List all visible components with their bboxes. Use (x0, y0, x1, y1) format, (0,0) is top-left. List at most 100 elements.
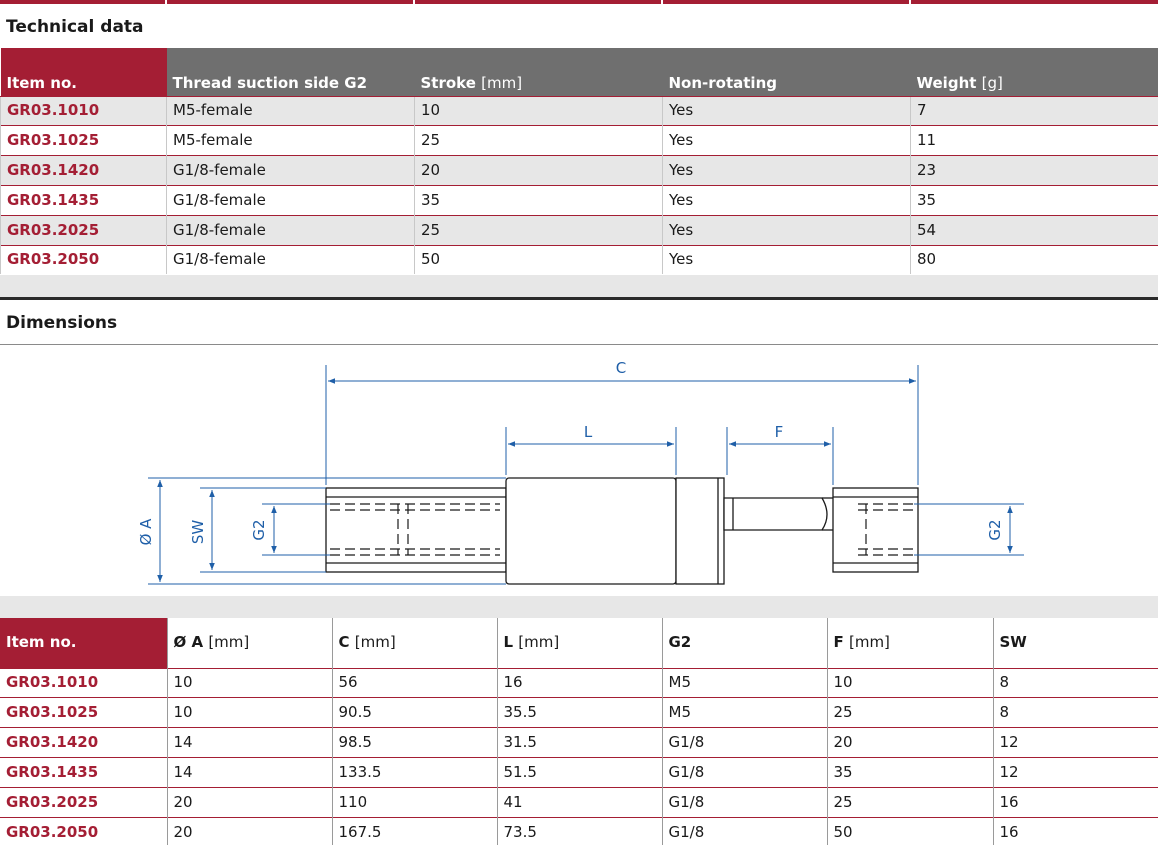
g2-cell: M5 (661, 696, 827, 727)
l-cell: 16 (496, 667, 662, 697)
non-rotating-cell: Yes (662, 154, 911, 185)
table-row: GR03.2025 G1/8-female 25 Yes 54 (0, 214, 1158, 245)
table-row: GR03.2050 G1/8-female 50 Yes 80 (0, 244, 1158, 274)
label-a: Ø A (137, 518, 155, 546)
sw-cell: 8 (992, 667, 1158, 697)
stroke-cell: 25 (414, 214, 663, 245)
item-no-cell: GR03.1420 (0, 726, 167, 757)
sw-cell: 12 (992, 726, 1158, 757)
header-a: Ø A [mm] (166, 618, 332, 668)
table-row: GR03.1010 M5-female 10 Yes 7 (0, 95, 1158, 125)
thread-cell: M5-female (166, 124, 415, 155)
f-cell: 35 (826, 756, 993, 787)
g2-cell: G1/8 (661, 726, 827, 757)
section-spacer (0, 596, 1158, 618)
dimension-drawing: C L F Ø A SW G2 G2 (137, 359, 1024, 585)
weight-cell: 7 (910, 95, 1158, 125)
item-no-cell: GR03.1435 (0, 184, 167, 215)
c-cell: 56 (331, 667, 497, 697)
stroke-cell: 25 (414, 124, 663, 155)
label-g2-right: G2 (986, 519, 1004, 540)
table-row: GR03.1025 10 90.5 35.5 M5 25 8 (0, 696, 1158, 727)
stroke-cell: 50 (414, 244, 663, 274)
header-sw: SW (992, 618, 1158, 668)
weight-cell: 35 (910, 184, 1158, 215)
label-g2-left: G2 (250, 519, 268, 540)
g2-cell: M5 (661, 667, 827, 697)
item-no-cell: GR03.1435 (0, 756, 167, 787)
table-row: GR03.2050 20 167.5 73.5 G1/8 50 16 (0, 816, 1158, 845)
weight-cell: 54 (910, 214, 1158, 245)
f-cell: 25 (826, 696, 993, 727)
thread-cell: G1/8-female (166, 154, 415, 185)
non-rotating-cell: Yes (662, 95, 911, 125)
table-row: GR03.1435 G1/8-female 35 Yes 35 (0, 184, 1158, 215)
f-cell: 20 (826, 726, 993, 757)
cylinder-body (505, 477, 677, 585)
header-f: F [mm] (826, 618, 993, 668)
l-cell: 73.5 (496, 816, 662, 845)
non-rotating-cell: Yes (662, 214, 911, 245)
stroke-cell: 20 (414, 154, 663, 185)
c-cell: 167.5 (331, 816, 497, 845)
item-no-cell: GR03.1025 (0, 124, 167, 155)
section-divider (0, 297, 1158, 300)
weight-cell: 11 (910, 124, 1158, 155)
l-cell: 31.5 (496, 726, 662, 757)
a-cell: 10 (166, 667, 332, 697)
sw-cell: 8 (992, 696, 1158, 727)
item-no-cell: GR03.1010 (0, 667, 167, 697)
f-cell: 10 (826, 667, 993, 697)
c-cell: 110 (331, 786, 497, 817)
non-rotating-cell: Yes (662, 184, 911, 215)
header-c: C [mm] (331, 618, 497, 668)
top-rule (0, 0, 1158, 4)
weight-cell: 80 (910, 244, 1158, 274)
l-cell: 35.5 (496, 696, 662, 727)
dimensions-table: Item no. Ø A [mm] C [mm] L [mm] G2 F [mm… (0, 618, 1158, 845)
stroke-cell: 10 (414, 95, 663, 125)
item-no-cell: GR03.2025 (0, 786, 167, 817)
left-hex-nut (325, 487, 507, 573)
table-row: GR03.1420 G1/8-female 20 Yes 23 (0, 154, 1158, 185)
thread-cell: G1/8-female (166, 184, 415, 215)
header-g2: G2 (661, 618, 827, 668)
f-cell: 25 (826, 786, 993, 817)
sw-cell: 16 (992, 816, 1158, 845)
table-header-row: Item no. Ø A [mm] C [mm] L [mm] G2 F [mm… (0, 618, 1158, 668)
non-rotating-cell: Yes (662, 244, 911, 274)
table-row: GR03.1435 14 133.5 51.5 G1/8 35 12 (0, 756, 1158, 787)
thread-cell: G1/8-female (166, 244, 415, 274)
item-no-cell: GR03.2025 (0, 214, 167, 245)
item-no-cell: GR03.2050 (0, 816, 167, 845)
item-no-cell: GR03.1025 (0, 696, 167, 727)
item-no-cell: GR03.2050 (0, 244, 167, 274)
table-row: GR03.1420 14 98.5 31.5 G1/8 20 12 (0, 726, 1158, 757)
table-header-row: Item no. Thread suction side G2 Stroke [… (0, 72, 1158, 96)
item-no-cell: GR03.1420 (0, 154, 167, 185)
plunger-rod (723, 497, 828, 531)
header-weight: Weight [g] (910, 72, 1158, 96)
g2-cell: G1/8 (661, 756, 827, 787)
label-l: L (584, 423, 593, 441)
table-header-band (0, 48, 1158, 72)
a-cell: 14 (166, 726, 332, 757)
f-cell: 50 (826, 816, 993, 845)
label-c: C (616, 359, 626, 377)
g2-cell: G1/8 (661, 816, 827, 845)
table-row: GR03.1025 M5-female 25 Yes 11 (0, 124, 1158, 155)
cylinder-part (325, 477, 919, 585)
header-item-no: Item no. (0, 72, 167, 96)
weight-cell: 23 (910, 154, 1158, 185)
a-cell: 10 (166, 696, 332, 727)
section-spacer (0, 275, 1158, 297)
dimensions-title: Dimensions (6, 313, 118, 333)
thread-cell: G1/8-female (166, 214, 415, 245)
g2-cell: G1/8 (661, 786, 827, 817)
c-cell: 90.5 (331, 696, 497, 727)
body-collar (675, 477, 725, 585)
table-row: GR03.2025 20 110 41 G1/8 25 16 (0, 786, 1158, 817)
header-non-rotating: Non-rotating (662, 72, 911, 96)
header-thread: Thread suction side G2 (166, 72, 415, 96)
technical-data-title: Technical data (6, 17, 144, 37)
